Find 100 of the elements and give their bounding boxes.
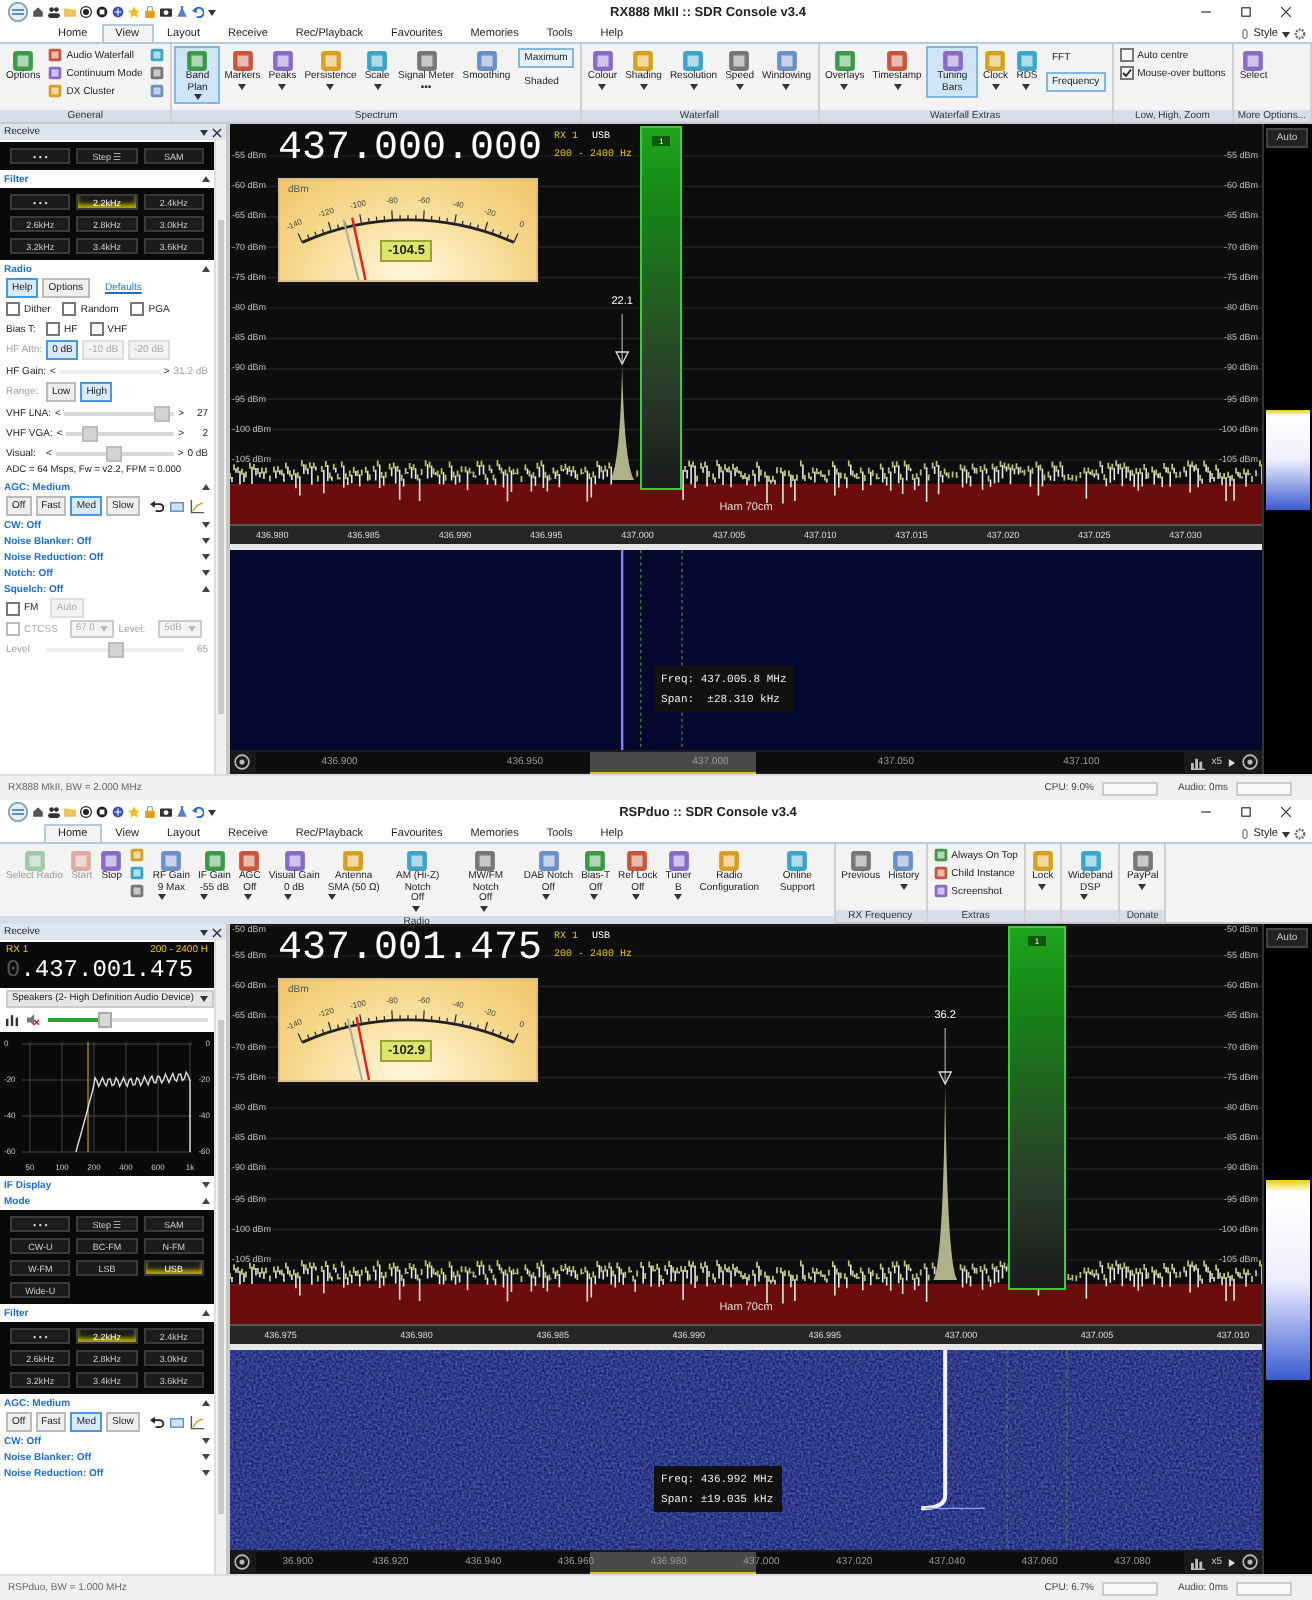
minimize-icon[interactable] <box>1200 6 1212 18</box>
caret-icon[interactable] <box>327 894 336 900</box>
stop-icon[interactable] <box>96 6 108 18</box>
flask-icon[interactable] <box>176 806 188 818</box>
play-icon[interactable] <box>1228 1557 1236 1567</box>
slider-thumb[interactable] <box>106 445 123 461</box>
gear-icon[interactable] <box>1294 828 1306 840</box>
caret-icon[interactable] <box>208 809 216 815</box>
scrollbar[interactable] <box>214 140 226 774</box>
checkbox[interactable] <box>6 601 20 615</box>
caret-icon[interactable] <box>1038 883 1047 889</box>
maximize-icon[interactable] <box>1240 6 1252 18</box>
caret-icon[interactable] <box>202 484 210 490</box>
caret-icon[interactable] <box>202 266 210 272</box>
caret-icon[interactable] <box>202 1454 210 1460</box>
level-range-handle[interactable] <box>1266 1180 1310 1380</box>
zoom-region[interactable] <box>589 752 757 774</box>
caret-icon[interactable] <box>1282 831 1290 837</box>
caret-icon[interactable] <box>202 1438 210 1444</box>
star-icon[interactable] <box>128 6 140 18</box>
close-icon[interactable] <box>1280 6 1292 18</box>
close-icon[interactable] <box>1280 806 1292 818</box>
caret-icon[interactable] <box>840 83 849 89</box>
checkbox[interactable] <box>130 302 145 316</box>
checkbox[interactable] <box>1119 48 1134 62</box>
caret-icon[interactable] <box>283 894 292 900</box>
flask-icon[interactable] <box>176 6 188 18</box>
caret-icon[interactable] <box>202 1470 210 1476</box>
caret-icon[interactable] <box>1282 31 1290 37</box>
caret-icon[interactable] <box>639 83 648 89</box>
caret-icon[interactable] <box>202 1310 210 1316</box>
camera-icon[interactable] <box>160 6 172 18</box>
circle-button-icon[interactable] <box>234 754 250 770</box>
caret-icon[interactable] <box>1022 83 1031 89</box>
caret-icon[interactable] <box>589 894 598 900</box>
app-logo-icon[interactable] <box>8 802 28 822</box>
undo-icon[interactable] <box>149 1415 164 1429</box>
bars-icon[interactable] <box>6 1014 18 1026</box>
caret-icon[interactable] <box>202 570 210 576</box>
caret-icon[interactable] <box>326 83 335 89</box>
checkbox[interactable] <box>62 302 77 316</box>
caret-icon[interactable] <box>479 905 488 911</box>
caret-icon[interactable] <box>373 83 382 89</box>
people-icon[interactable] <box>48 806 60 818</box>
circle-button-icon[interactable] <box>1242 1554 1258 1570</box>
caret-icon[interactable] <box>202 176 210 182</box>
bar-chart-icon[interactable] <box>1189 1555 1206 1569</box>
checkbox[interactable] <box>46 322 60 336</box>
caret-icon[interactable] <box>200 129 208 135</box>
undo-icon[interactable] <box>149 499 164 513</box>
caret-icon[interactable] <box>899 883 908 889</box>
caret-icon[interactable] <box>893 83 902 89</box>
maximize-icon[interactable] <box>1240 806 1252 818</box>
bar-chart-icon[interactable] <box>1189 755 1206 769</box>
scrollbar[interactable] <box>214 940 226 1574</box>
chart-icon[interactable] <box>189 1415 204 1429</box>
app-logo-icon[interactable] <box>8 2 28 22</box>
checkbox[interactable] <box>6 302 20 316</box>
checkbox[interactable] <box>1119 66 1134 80</box>
camera-icon[interactable] <box>160 806 172 818</box>
globe-icon[interactable] <box>112 806 124 818</box>
checkbox[interactable] <box>89 322 104 336</box>
gear-icon[interactable] <box>1294 28 1306 40</box>
monitor-icon[interactable] <box>169 1415 184 1429</box>
monitor-icon[interactable] <box>169 499 184 513</box>
slider-thumb[interactable] <box>153 405 170 421</box>
caret-icon[interactable] <box>202 554 210 560</box>
globe-icon[interactable] <box>112 6 124 18</box>
caret-icon[interactable] <box>202 1182 210 1188</box>
close-icon[interactable] <box>212 127 222 137</box>
caret-icon[interactable] <box>674 894 683 900</box>
caret-icon[interactable] <box>735 83 744 89</box>
caret-icon[interactable] <box>193 94 202 100</box>
caret-icon[interactable] <box>202 538 210 544</box>
circle-button-icon[interactable] <box>234 1554 250 1570</box>
circle-button-icon[interactable] <box>1242 754 1258 770</box>
close-icon[interactable] <box>212 927 222 937</box>
level-range-handle[interactable] <box>1266 410 1310 510</box>
record-icon[interactable] <box>80 806 92 818</box>
caret-icon[interactable] <box>689 83 698 89</box>
caret-icon[interactable] <box>238 83 247 89</box>
caret-icon[interactable] <box>631 894 640 900</box>
people-icon[interactable] <box>48 6 60 18</box>
caret-icon[interactable] <box>157 894 166 900</box>
caret-icon[interactable] <box>199 996 208 1002</box>
caret-icon[interactable] <box>202 1400 210 1406</box>
square-icon[interactable] <box>130 866 145 880</box>
slider-thumb[interactable] <box>82 425 99 441</box>
caret-icon[interactable] <box>202 1198 210 1204</box>
caret-icon[interactable] <box>202 522 210 528</box>
caret-icon[interactable] <box>1138 883 1147 889</box>
caret-icon[interactable] <box>1080 894 1089 900</box>
square-icon[interactable] <box>130 884 145 898</box>
stop-icon[interactable] <box>96 806 108 818</box>
play-icon[interactable] <box>1228 757 1236 767</box>
caret-icon[interactable] <box>541 894 550 900</box>
caret-icon[interactable] <box>208 9 216 15</box>
square-icon[interactable] <box>150 66 165 80</box>
caret-icon[interactable] <box>243 894 252 900</box>
record-icon[interactable] <box>80 6 92 18</box>
